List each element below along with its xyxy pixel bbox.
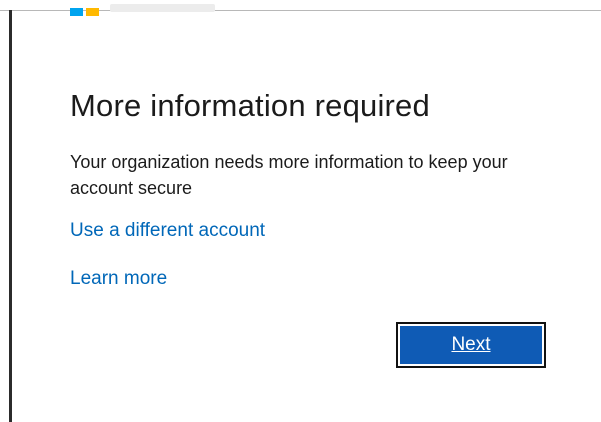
- logo-wordmark: [110, 4, 215, 12]
- logo-blue-square: [70, 8, 83, 16]
- use-different-account-link[interactable]: Use a different account: [70, 220, 265, 242]
- page-description: Your organization needs more information…: [70, 152, 508, 198]
- window-left-border: [9, 10, 12, 422]
- microsoft-logo-icon: [70, 0, 102, 16]
- logo-yellow-square: [86, 8, 99, 16]
- next-button[interactable]: Next: [396, 322, 546, 368]
- page-title: More information required: [70, 88, 430, 123]
- learn-more-link[interactable]: Learn more: [70, 268, 167, 290]
